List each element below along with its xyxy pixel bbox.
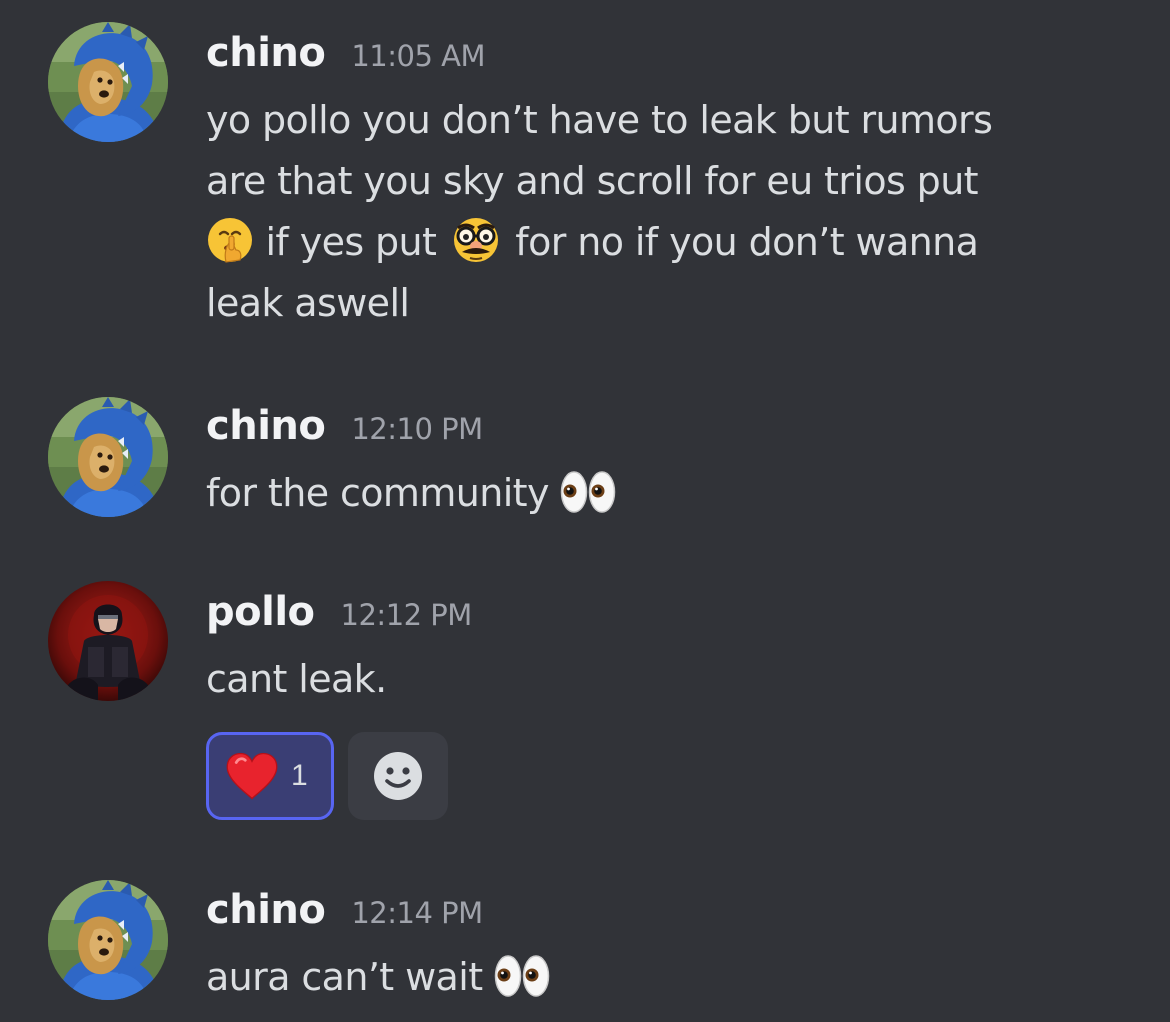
reaction-heart[interactable]: 1 — [206, 732, 334, 820]
message-line: yo pollo you don’t have to leak but rumo… — [206, 98, 993, 142]
username[interactable]: pollo — [206, 589, 315, 635]
shushing-face-emoji — [206, 216, 254, 264]
message-header: chino 11:05 AM — [206, 30, 486, 86]
message-header: chino 12:14 PM — [206, 887, 483, 943]
smiley-add-reaction-icon — [374, 752, 422, 800]
username[interactable]: chino — [206, 887, 326, 933]
reaction-count: 1 — [291, 759, 308, 792]
message-line: if yes put for no if you don’t wanna — [206, 212, 1106, 273]
message-content: yo pollo you don’t have to leak but rumo… — [206, 90, 1106, 334]
username[interactable]: chino — [206, 30, 326, 76]
message-text: cant leak. — [206, 657, 387, 701]
message-header: chino 12:10 PM — [206, 403, 483, 459]
avatar[interactable] — [48, 22, 168, 142]
message-content: aura can’t wait — [206, 947, 1106, 1008]
message-header: pollo 12:12 PM — [206, 589, 472, 645]
add-reaction-button[interactable] — [348, 732, 448, 820]
username[interactable]: chino — [206, 403, 326, 449]
message-line: are that you sky and scroll for eu trios… — [206, 159, 979, 203]
message-text: for the community — [206, 471, 549, 515]
message-text: aura can’t wait — [206, 955, 483, 999]
message-content: for the community — [206, 463, 1106, 524]
timestamp: 12:12 PM — [340, 598, 473, 632]
eyes-emoji — [560, 469, 616, 515]
timestamp: 11:05 AM — [351, 39, 486, 73]
red-heart-emoji — [225, 751, 279, 801]
disguised-face-emoji — [448, 216, 504, 264]
timestamp: 12:10 PM — [351, 412, 483, 446]
avatar[interactable] — [48, 397, 168, 517]
chat-log: chino 11:05 AM yo pollo you don’t have t… — [0, 0, 1170, 1022]
timestamp: 12:14 PM — [351, 896, 483, 930]
avatar[interactable] — [48, 581, 168, 701]
message-line: leak aswell — [206, 281, 410, 325]
eyes-emoji — [494, 953, 550, 999]
reactions-bar: 1 — [206, 732, 448, 820]
message-content: cant leak. — [206, 649, 1106, 710]
avatar[interactable] — [48, 880, 168, 1000]
